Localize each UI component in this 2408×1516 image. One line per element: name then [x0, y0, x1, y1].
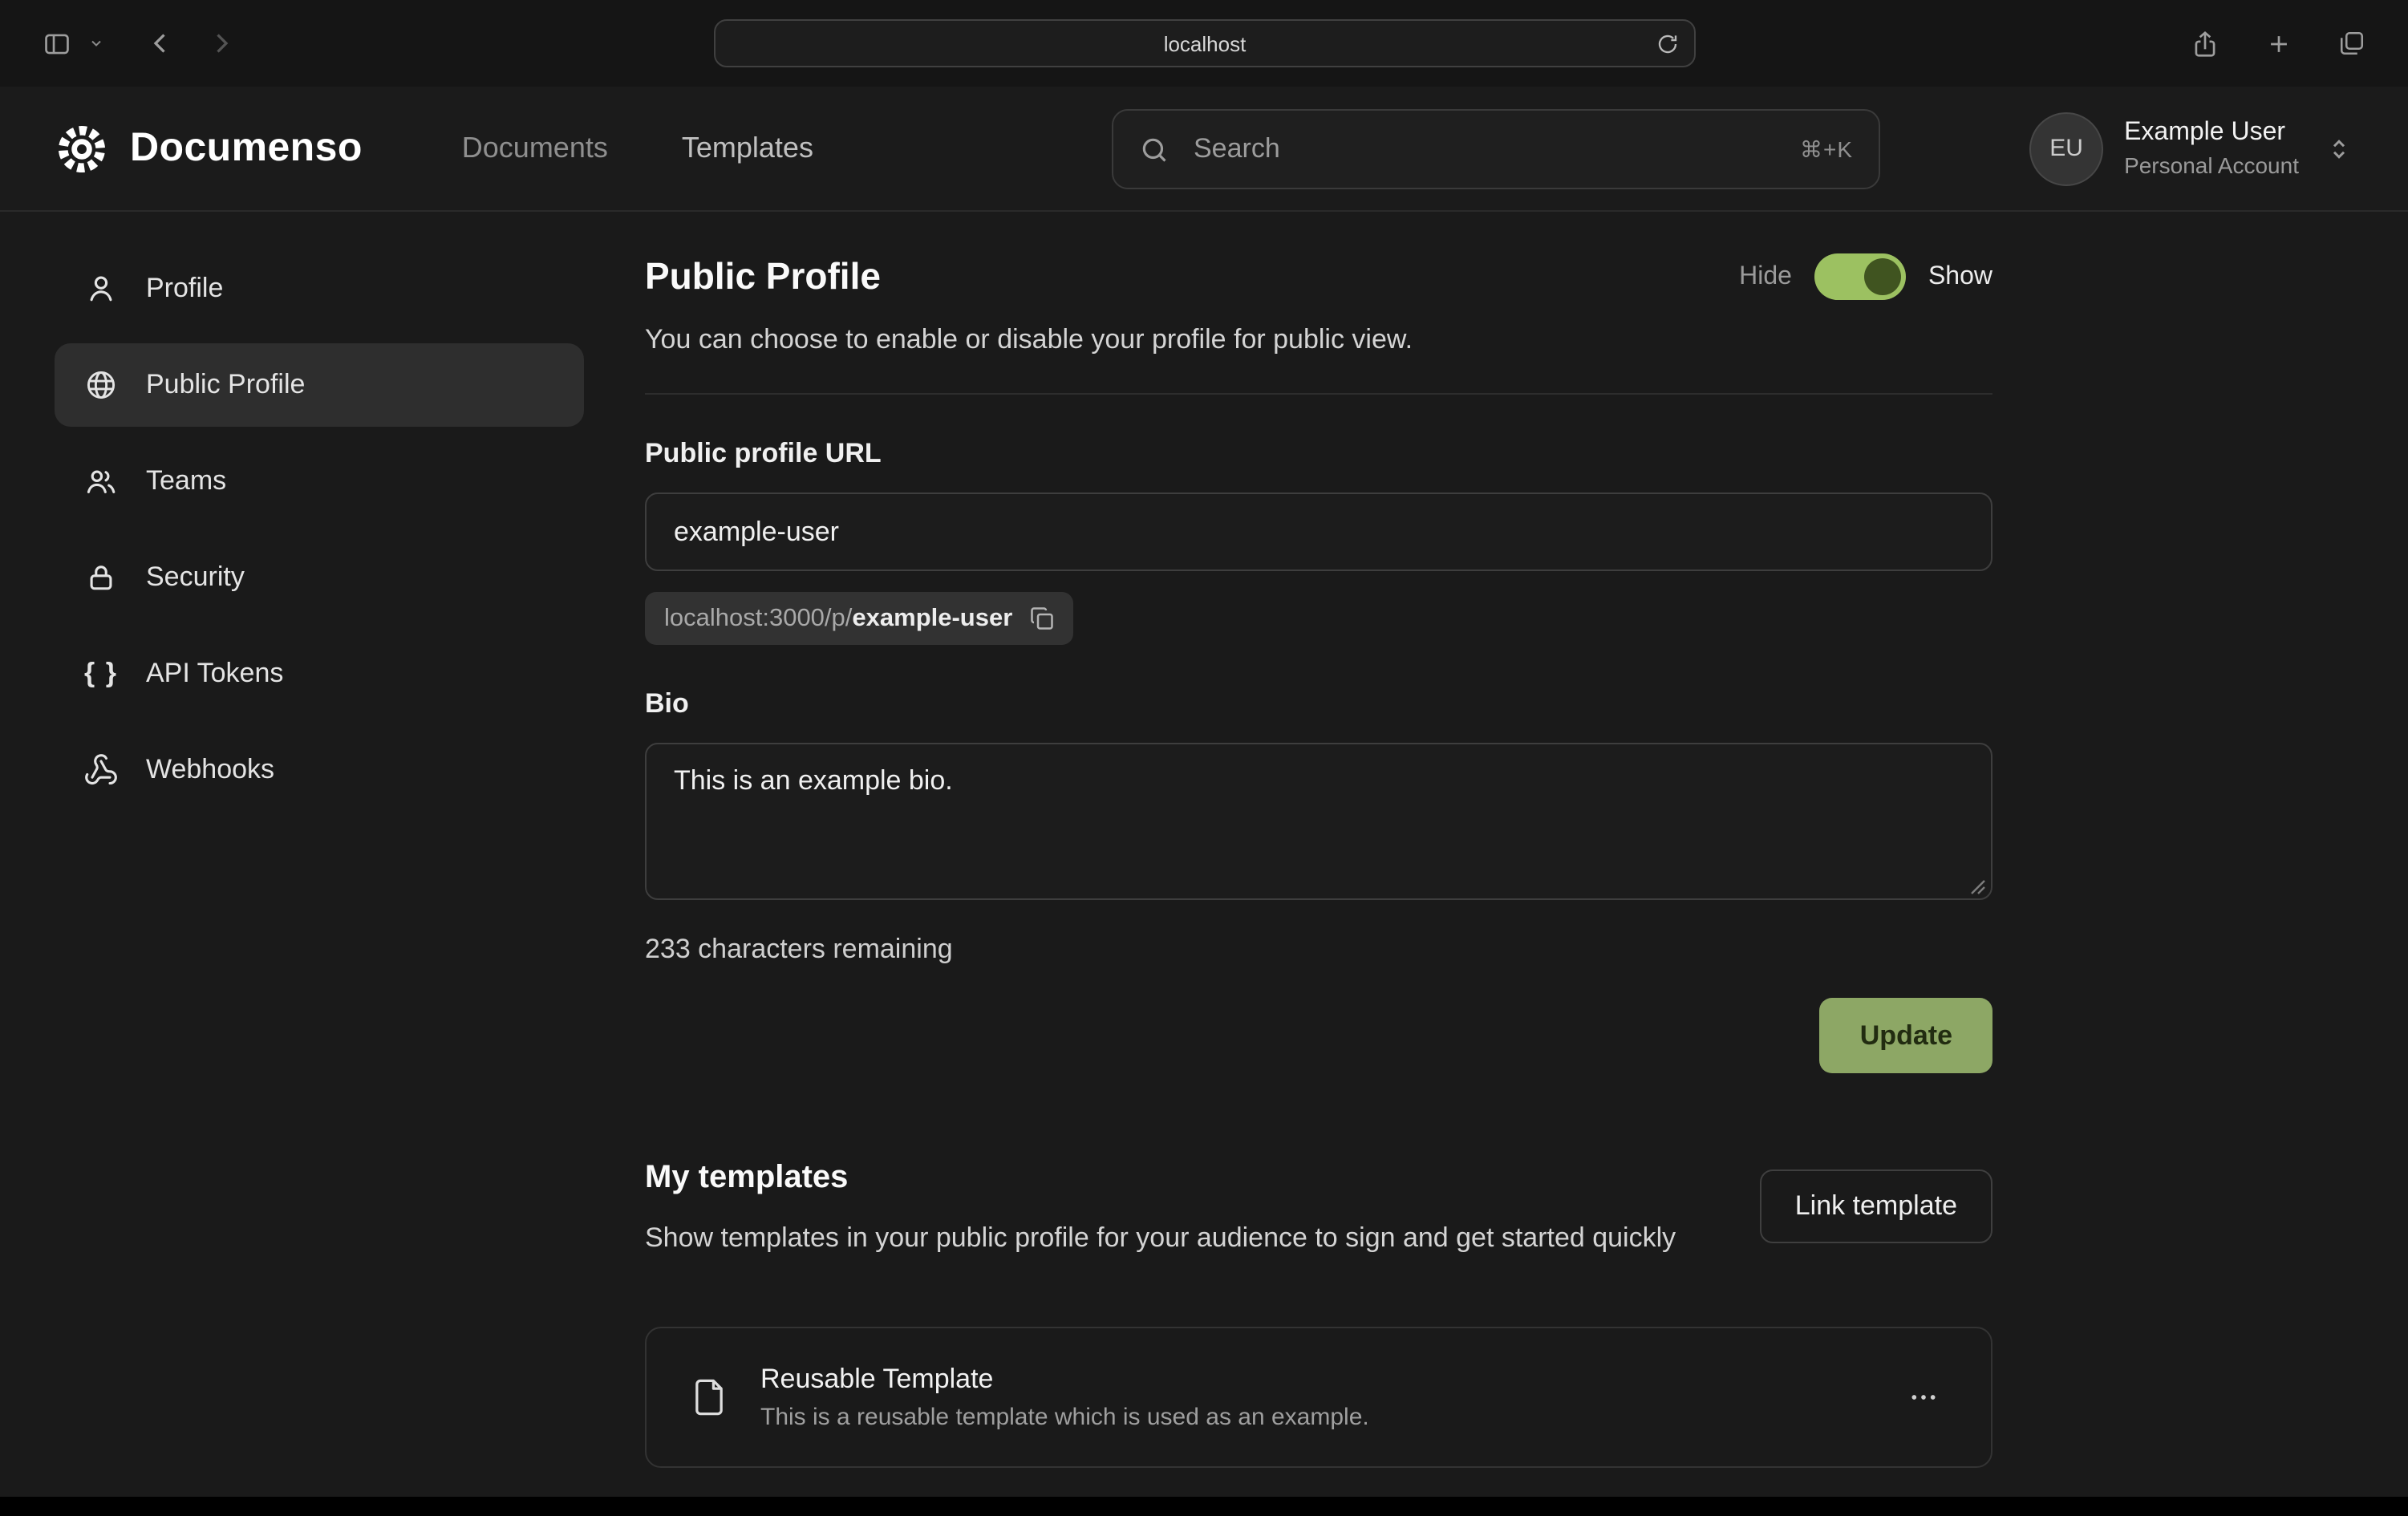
my-templates-section: My templates Show templates in your publ… — [645, 1160, 1992, 1469]
templates-head-text: My templates Show templates in your publ… — [645, 1160, 1676, 1260]
template-description: This is a reusable template which is use… — [760, 1405, 1369, 1432]
avatar-initials: EU — [2049, 135, 2083, 162]
template-name: Reusable Template — [760, 1364, 1369, 1396]
sidebar-toggle-button[interactable] — [35, 22, 79, 65]
link-template-button[interactable]: Link template — [1760, 1169, 1992, 1243]
refresh-button[interactable] — [1656, 32, 1680, 56]
sidebar-item-label: API Tokens — [146, 658, 283, 690]
sidebar-item-label: Teams — [146, 465, 226, 497]
show-label: Show — [1928, 262, 1992, 291]
copy-icon — [1030, 606, 1054, 630]
sidebar-item-label: Webhooks — [146, 754, 274, 786]
bio-textarea[interactable]: This is an example bio. — [645, 743, 1992, 900]
nav-templates[interactable]: Templates — [682, 132, 813, 165]
template-card[interactable]: Reusable Template This is a reusable tem… — [645, 1328, 1992, 1469]
profile-url-input[interactable] — [645, 492, 1992, 571]
back-button[interactable] — [140, 22, 181, 64]
sidebar-item-label: Public Profile — [146, 369, 305, 401]
new-tab-button[interactable] — [2259, 23, 2299, 63]
user-name: Example User — [2124, 119, 2299, 148]
public-url-preview: localhost:3000/p/example-user — [645, 592, 1073, 645]
main-nav: Documents Templates — [462, 132, 813, 165]
toggle-knob — [1864, 258, 1901, 295]
sidebar-item-security[interactable]: Security — [55, 536, 584, 619]
chevron-down-icon — [88, 35, 104, 51]
browser-window: localhost Documenso Do — [0, 0, 2408, 1516]
lock-icon — [83, 560, 119, 595]
templates-description: Show templates in your public profile fo… — [645, 1218, 1676, 1260]
documenso-logo-icon — [55, 121, 109, 176]
forward-button[interactable] — [201, 22, 242, 64]
tab-overview-button[interactable] — [2331, 22, 2373, 64]
update-row: Update — [645, 998, 1992, 1073]
sidebar-item-label: Profile — [146, 273, 223, 305]
plus-icon — [2265, 30, 2292, 57]
url-text: localhost — [1164, 31, 1247, 55]
sidebar-panel-icon — [42, 28, 72, 59]
visibility-toggle[interactable] — [1814, 253, 1906, 300]
chrome-nav-controls — [35, 22, 242, 65]
template-info: Reusable Template This is a reusable tem… — [760, 1364, 1369, 1432]
templates-title: My templates — [645, 1160, 1676, 1197]
ellipsis-icon — [1907, 1382, 1940, 1414]
app-header: Documenso Documents Templates ⌘+K EU Exa… — [0, 87, 2408, 212]
sidebar-item-label: Security — [146, 561, 245, 594]
search-input[interactable] — [1190, 132, 1779, 167]
hide-label: Hide — [1739, 262, 1792, 291]
search-icon — [1139, 134, 1170, 164]
user-menu[interactable]: EU Example User Personal Account — [2029, 111, 2353, 185]
user-info: Example User Personal Account — [2124, 119, 2299, 178]
tabs-icon — [2337, 29, 2366, 58]
share-button[interactable] — [2183, 22, 2227, 65]
public-url-slug: example-user — [852, 604, 1012, 631]
globe-icon — [83, 367, 119, 403]
bio-label: Bio — [645, 688, 1992, 720]
users-icon — [83, 464, 119, 499]
person-icon — [83, 271, 119, 306]
brand[interactable]: Documenso — [55, 121, 363, 176]
sidebar-item-public-profile[interactable]: Public Profile — [55, 343, 584, 427]
workspace: Profile Public Profile Teams Security { … — [0, 212, 2408, 1501]
characters-remaining: 233 characters remaining — [645, 934, 1992, 966]
window-bottom-edge — [0, 1497, 2408, 1516]
public-url-base: localhost:3000/p/example-user — [664, 604, 1012, 633]
sidebar-menu-button[interactable] — [88, 29, 111, 58]
page-title: Public Profile — [645, 255, 881, 298]
chrome-window-controls — [2183, 22, 2373, 65]
page-description: You can choose to enable or disable your… — [645, 324, 1992, 356]
nav-documents[interactable]: Documents — [462, 132, 608, 165]
braces-icon: { } — [83, 658, 119, 690]
refresh-icon — [1656, 32, 1680, 56]
page-head: Public Profile Hide Show — [645, 253, 1992, 300]
sidebar-item-webhooks[interactable]: Webhooks — [55, 728, 584, 812]
settings-nav: Profile Public Profile Teams Security { … — [55, 247, 584, 1501]
sidebar-item-api-tokens[interactable]: { } API Tokens — [55, 632, 584, 715]
divider — [645, 393, 1992, 395]
bio-wrap: This is an example bio. — [645, 720, 1992, 908]
settings-content: Public Profile Hide Show You can choose … — [645, 247, 1992, 1501]
screen: localhost Documenso Do — [0, 0, 2408, 1516]
brand-name: Documenso — [130, 125, 363, 172]
update-button[interactable]: Update — [1820, 998, 1992, 1073]
chevrons-up-down-icon — [2325, 134, 2353, 163]
public-url-base-text: localhost:3000/p/ — [664, 604, 852, 631]
webhook-icon — [83, 752, 119, 788]
chevron-left-icon — [146, 29, 175, 58]
templates-head: My templates Show templates in your publ… — [645, 1160, 1992, 1260]
global-search[interactable]: ⌘+K — [1112, 109, 1880, 189]
sidebar-item-teams[interactable]: Teams — [55, 440, 584, 523]
user-account-type: Personal Account — [2124, 152, 2299, 178]
chevron-right-icon — [207, 29, 236, 58]
copy-url-button[interactable] — [1030, 606, 1054, 630]
search-shortcut: ⌘+K — [1800, 136, 1853, 163]
file-icon — [688, 1377, 730, 1419]
profile-visibility-control: Hide Show — [1739, 253, 1992, 300]
address-bar[interactable]: localhost — [714, 19, 1696, 67]
sidebar-item-profile[interactable]: Profile — [55, 247, 584, 330]
profile-url-label: Public profile URL — [645, 438, 1992, 470]
browser-chrome: localhost — [0, 0, 2408, 87]
share-icon — [2190, 28, 2220, 59]
avatar: EU — [2029, 111, 2103, 185]
template-menu-button[interactable] — [1898, 1372, 1949, 1424]
